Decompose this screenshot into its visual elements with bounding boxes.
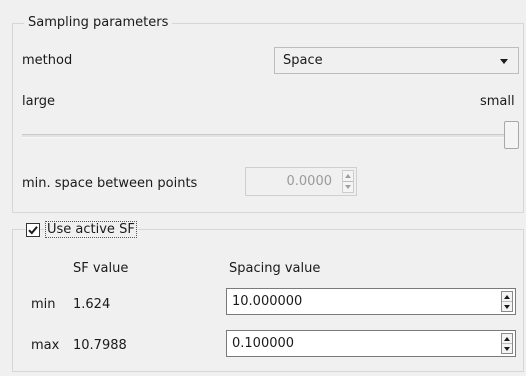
max-spacing-spinbox[interactable]: 0.100000 (226, 330, 516, 357)
max-sf-value: 10.7988 (73, 338, 127, 353)
slider-large-label: large (22, 94, 55, 109)
min-row-label: min (31, 297, 56, 312)
density-slider-track[interactable] (22, 134, 519, 138)
min-sf-value: 1.624 (73, 297, 111, 312)
min-spacing-spinbox[interactable]: 10.000000 (226, 288, 516, 315)
max-spacing-value: 0.100000 (232, 336, 295, 351)
use-active-sf-checkbox[interactable] (26, 223, 40, 237)
spin-down-icon[interactable] (502, 302, 512, 311)
sampling-parameters-title: Sampling parameters (24, 15, 173, 31)
min-space-spin-buttons (342, 170, 354, 193)
min-space-label: min. space between points (22, 176, 198, 191)
min-spacing-spin-buttons[interactable] (501, 291, 513, 312)
min-spacing-value: 10.000000 (232, 294, 303, 309)
checkmark-icon (28, 226, 38, 235)
min-space-value: 0.0000 (286, 174, 333, 189)
sf-value-header: SF value (73, 261, 129, 276)
density-slider-handle[interactable] (504, 121, 519, 149)
use-active-sf-label: Use active SF (45, 221, 137, 238)
spin-up-icon[interactable] (502, 334, 512, 344)
spin-down-icon (343, 182, 353, 192)
use-active-sf-label-wrap[interactable]: Use active SF (44, 221, 138, 238)
spacing-value-header: Spacing value (229, 261, 321, 276)
method-dropdown[interactable]: Space (274, 47, 519, 74)
max-spacing-spin-buttons[interactable] (501, 333, 513, 354)
chevron-down-icon (500, 58, 508, 64)
method-dropdown-value: Space (283, 53, 323, 68)
spin-up-icon[interactable] (502, 292, 512, 302)
slider-small-label: small (480, 94, 515, 109)
spin-down-icon[interactable] (502, 344, 512, 353)
method-label: method (22, 53, 73, 68)
spin-up-icon (343, 171, 353, 182)
min-space-spinbox: 0.0000 (245, 167, 357, 196)
max-row-label: max (31, 338, 60, 353)
